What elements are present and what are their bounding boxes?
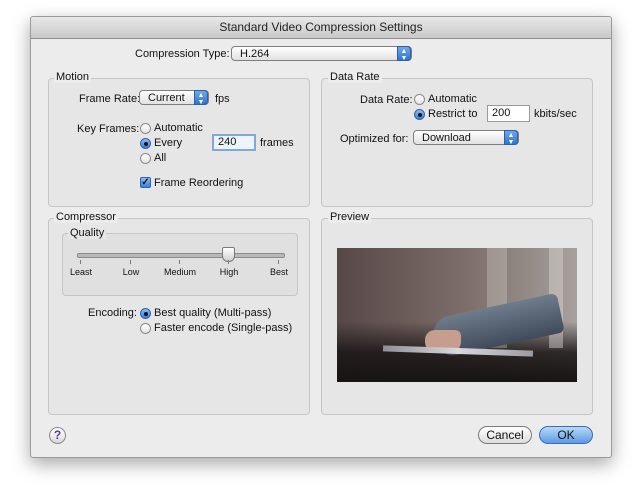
encoding-faster-label: Faster encode (Single-pass) (154, 322, 293, 334)
quality-tick (80, 260, 81, 264)
popup-arrows-icon: ▲ ▼ (504, 130, 518, 146)
quality-tick-label: Best (269, 267, 289, 277)
quality-tick-label: Low (122, 267, 140, 277)
quality-group (62, 233, 298, 296)
key-frames-label: Key Frames: (77, 123, 140, 135)
quality-slider-track[interactable] (77, 253, 285, 258)
quality-tick (278, 260, 279, 264)
compression-settings-dialog: Standard Video Compression Settings Comp… (30, 16, 612, 458)
preview-group-title: Preview (328, 211, 372, 223)
encoding-best-quality-label: Best quality (Multi-pass) (154, 307, 272, 319)
help-button[interactable]: ? (49, 427, 66, 444)
quality-tick (179, 260, 180, 264)
key-frames-every-label: Every (154, 137, 183, 149)
key-frames-all-radio[interactable] (140, 153, 151, 164)
encoding-faster-radio[interactable] (140, 323, 151, 334)
quality-tick-label: Least (69, 267, 93, 277)
key-frame-interval-input[interactable]: 240 (212, 134, 256, 151)
quality-tick-label: High (219, 267, 239, 277)
compression-type-value: H.264 (240, 48, 270, 60)
key-frames-automatic-radio[interactable] (140, 123, 151, 134)
encoding-best-quality-radio[interactable] (140, 308, 151, 319)
frames-label: frames (260, 137, 294, 149)
frame-rate-label: Frame Rate: (79, 93, 141, 105)
quality-tick (130, 260, 131, 264)
optimized-for-popup[interactable]: Download ▲ ▼ (413, 130, 519, 146)
window-title: Standard Video Compression Settings (31, 17, 611, 39)
quality-tick (228, 260, 229, 264)
key-frames-automatic-label: Automatic (154, 122, 203, 134)
optimized-for-value: Download (422, 132, 471, 144)
data-rate-restrict-radio[interactable] (414, 109, 425, 120)
key-frames-all-label: All (154, 152, 167, 164)
quality-tick-label: Medium (163, 267, 197, 277)
ok-button[interactable]: OK (539, 426, 593, 444)
compressor-group-title: Compressor (54, 211, 118, 223)
data-rate-input[interactable]: 200 (487, 105, 530, 122)
fps-label: fps (215, 93, 230, 105)
frame-reordering-label: Frame Reordering (154, 177, 244, 189)
data-rate-automatic-label: Automatic (428, 93, 477, 105)
compression-type-popup[interactable]: H.264 ▲ ▼ (231, 46, 412, 62)
data-rate-label: Data Rate: (360, 94, 413, 106)
motion-group-title: Motion (54, 71, 92, 83)
frame-rate-popup[interactable]: Current ▲ ▼ (139, 90, 209, 106)
popup-arrows-icon: ▲ ▼ (397, 46, 411, 62)
data-rate-automatic-radio[interactable] (414, 94, 425, 105)
compression-type-label: Compression Type: (135, 48, 230, 60)
data-rate-unit: kbits/sec (534, 108, 577, 120)
video-preview-image (337, 248, 577, 382)
optimized-for-label: Optimized for: (340, 133, 409, 145)
key-frames-every-radio[interactable] (140, 138, 151, 149)
cancel-button[interactable]: Cancel (478, 426, 532, 444)
data-rate-group-title: Data Rate (328, 71, 382, 83)
encoding-label: Encoding: (88, 307, 137, 319)
data-rate-restrict-label: Restrict to (428, 108, 478, 120)
quality-group-title: Quality (68, 227, 107, 239)
frame-reordering-checkbox[interactable]: ✓ (140, 177, 151, 188)
frame-rate-value: Current (148, 92, 185, 104)
popup-arrows-icon: ▲ ▼ (194, 90, 208, 106)
